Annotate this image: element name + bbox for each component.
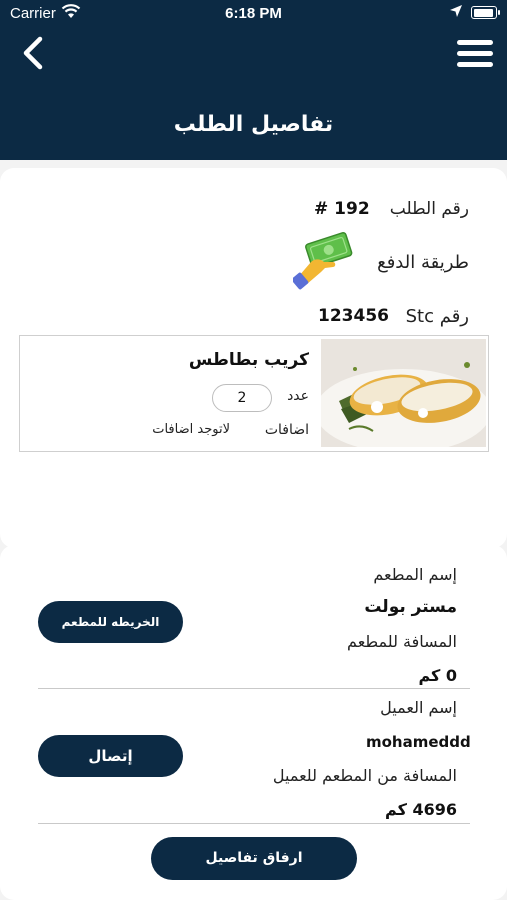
order-number-label: رقم الطلب	[389, 199, 469, 219]
restaurant-map-button[interactable]: الخريطه للمطعم	[38, 601, 183, 643]
clock: 6:18 PM	[225, 5, 282, 22]
back-arrow-icon[interactable]	[18, 34, 52, 72]
divider	[38, 823, 470, 824]
restaurant-distance-value: 0 كم	[418, 666, 457, 685]
status-bar: Carrier 6:18 PM	[0, 0, 507, 28]
hamburger-menu-icon[interactable]	[457, 40, 493, 68]
app-header: Carrier 6:18 PM تفاصيل الطلب	[0, 0, 507, 160]
item-name: كريب بطاطس	[188, 350, 309, 370]
item-extras-label: اضافات	[264, 422, 309, 438]
customer-distance-label: المسافة من المطعم للعميل	[272, 766, 457, 785]
order-number-value: # 192	[314, 199, 370, 219]
customer-name-value: mohameddd	[366, 733, 471, 751]
payment-method-label: طريقة الدفع	[377, 252, 469, 273]
food-image	[321, 339, 486, 447]
customer-name-label: إسم العميل	[380, 698, 457, 717]
order-item-row: كريب بطاطس عدد 2 اضافات لاتوجد اضافات	[19, 335, 489, 452]
restaurant-name-value: مستر بولت	[364, 597, 457, 617]
item-qty-label: عدد	[287, 388, 309, 404]
attach-details-button[interactable]: ارفاق تفاصيل	[151, 837, 357, 880]
stc-number-label: رقم Stc	[405, 306, 469, 327]
battery-icon	[471, 6, 500, 19]
page-title: تفاصيل الطلب	[173, 112, 334, 137]
call-button[interactable]: إتصال	[38, 735, 183, 777]
restaurant-distance-label: المسافة للمطعم	[347, 632, 457, 651]
quantity-field: 2	[212, 384, 272, 412]
stc-number-value: 123456	[318, 306, 389, 326]
item-extras-value: لاتوجد اضافات	[152, 422, 230, 437]
cash-payment-icon	[293, 232, 353, 290]
location-arrow-icon	[450, 5, 462, 17]
restaurant-name-label: إسم المطعم	[373, 565, 457, 584]
customer-distance-value: 4696 كم	[385, 800, 457, 819]
divider	[38, 688, 470, 689]
